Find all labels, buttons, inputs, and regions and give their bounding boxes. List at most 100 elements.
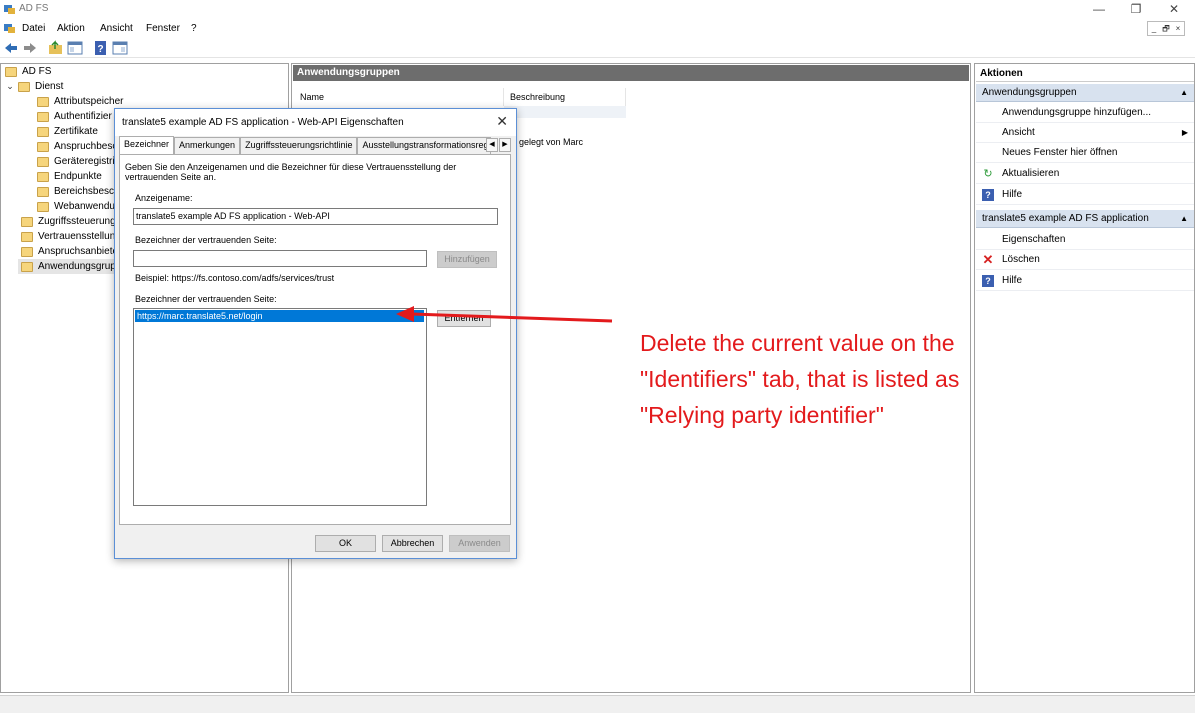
tree-label: Dienst	[35, 81, 64, 92]
tree-label: Endpunkte	[54, 171, 102, 182]
menu-help[interactable]: ?	[191, 23, 197, 34]
mdi-close-button[interactable]: ×	[1172, 22, 1184, 35]
window-title: AD FS	[19, 3, 49, 14]
rp-identifier-label: Bezeichner der vertrauenden Seite:	[135, 235, 277, 245]
dialog-tabs: Bezeichner Anmerkungen Zugriffssteuerung…	[119, 136, 492, 154]
action-add-group[interactable]: Anwendungsgruppe hinzufügen...	[976, 103, 1194, 123]
actions-section-groups[interactable]: Anwendungsgruppen ▲	[976, 84, 1194, 102]
apply-button[interactable]: Anwenden	[449, 535, 510, 552]
tab-bezeichner[interactable]: Bezeichner	[119, 136, 175, 154]
action-properties[interactable]: Eigenschaften	[976, 230, 1194, 250]
action-view[interactable]: Ansicht ▶	[976, 123, 1194, 143]
action-label: Eigenschaften	[1002, 234, 1066, 245]
properties-dialog: translate5 example AD FS application - W…	[114, 108, 517, 559]
menu-datei[interactable]: Datei	[22, 23, 45, 34]
row-description-partial: gelegt von Marc	[519, 137, 584, 147]
show-actions-icon[interactable]	[112, 40, 128, 56]
menu-aktion[interactable]: Aktion	[57, 23, 85, 34]
tree-label: Vertrauensstellun	[38, 231, 116, 242]
section-label: Anwendungsgruppen	[982, 87, 1077, 98]
tree-item-sibling[interactable]: Vertrauensstellun	[21, 229, 115, 244]
dialog-description: Geben Sie den Anzeigenamen und die Bezei…	[125, 162, 457, 182]
tree-item-child[interactable]: Endpunkte	[37, 169, 102, 184]
action-help-2[interactable]: ? Hilfe	[976, 271, 1194, 291]
folder-icon	[5, 66, 17, 77]
folder-icon	[21, 231, 33, 242]
action-delete[interactable]: ✕ Löschen	[976, 250, 1194, 270]
adfs-app-icon	[4, 5, 15, 14]
help-icon[interactable]: ?	[93, 40, 109, 56]
tree-item-sibling[interactable]: Anspruchsanbiete	[21, 244, 118, 259]
remove-button[interactable]: Entfernen	[437, 310, 491, 327]
action-new-window[interactable]: Neues Fenster hier öffnen	[976, 143, 1194, 163]
minimize-button[interactable]: —	[1084, 1, 1114, 17]
help-icon: ?	[982, 189, 994, 201]
cancel-button[interactable]: Abbrechen	[382, 535, 443, 552]
dialog-titlebar: translate5 example AD FS application - W…	[115, 109, 516, 136]
tree-item-child[interactable]: Geräteregistri	[37, 154, 115, 169]
window-titlebar: AD FS — ❐ ✕	[0, 0, 1195, 19]
folder-icon	[37, 201, 49, 212]
tab-ausstellungstransformation[interactable]: Ausstellungstransformationsregeln	[357, 137, 492, 154]
collapse-icon[interactable]: ▲	[1180, 84, 1188, 102]
ok-button[interactable]: OK	[315, 535, 376, 552]
menu-bar: Datei Aktion Ansicht Fenster ?	[0, 19, 1195, 38]
folder-icon	[21, 216, 33, 227]
forward-arrow-icon[interactable]	[22, 40, 38, 56]
annotation-line: "Identifiers" tab, that is listed as	[640, 366, 960, 392]
tree-label: Anspruchsanbiete	[38, 246, 119, 257]
column-header-name[interactable]: Name	[294, 88, 504, 106]
add-button[interactable]: Hinzufügen	[437, 251, 497, 268]
results-header: Anwendungsgruppen	[293, 65, 969, 81]
actions-section-application[interactable]: translate5 example AD FS application ▲	[976, 210, 1194, 228]
tree-item-child[interactable]: Authentifizier	[37, 109, 112, 124]
tab-anmerkungen[interactable]: Anmerkungen	[174, 137, 241, 154]
back-arrow-icon[interactable]	[3, 40, 19, 56]
mdi-controls: _ 🗗 ×	[1147, 21, 1185, 36]
tree-label: Anspruchbesc	[54, 141, 118, 152]
tree-item-child[interactable]: Webanwendu	[37, 199, 115, 214]
collapse-icon[interactable]: ▲	[1180, 210, 1188, 228]
tree-label: Attributspeicher	[54, 96, 124, 107]
dialog-title: translate5 example AD FS application - W…	[122, 117, 404, 128]
mdi-minimize-button[interactable]: _	[1148, 22, 1160, 35]
column-header-description[interactable]: Beschreibung	[504, 88, 626, 106]
action-label: Löschen	[1002, 254, 1040, 265]
tree-item-child[interactable]: Anspruchbesc	[37, 139, 117, 154]
chevron-down-icon[interactable]: ⌄	[5, 81, 15, 92]
tree-item-selected[interactable]: Anwendungsgrup	[18, 259, 118, 274]
show-tree-icon[interactable]	[67, 40, 83, 56]
menu-ansicht[interactable]: Ansicht	[100, 23, 133, 34]
submenu-arrow-icon: ▶	[1181, 128, 1188, 137]
tree-item-child[interactable]: Bereichsbesch	[37, 184, 120, 199]
tab-scroll-right-icon[interactable]: ▶	[499, 138, 511, 152]
rp-identifier-input[interactable]	[133, 250, 427, 267]
tree-item-child[interactable]: Attributspeicher	[37, 94, 123, 109]
tab-zugriffssteuerung[interactable]: Zugriffssteuerungsrichtlinie	[240, 137, 358, 154]
tree-label: Geräteregistri	[54, 156, 115, 167]
tab-scroll-left-icon[interactable]: ◀	[486, 138, 498, 152]
restore-button[interactable]: ❐	[1121, 1, 1151, 17]
tree-item-sibling[interactable]: Zugriffssteuerung	[21, 214, 116, 229]
identifier-list-item[interactable]: https://marc.translate5.net/login	[135, 310, 424, 322]
mdi-restore-button[interactable]: 🗗	[1160, 22, 1172, 35]
tree-item-child[interactable]: Zertifikate	[37, 124, 98, 139]
up-folder-icon[interactable]	[48, 40, 64, 56]
action-label: Aktualisieren	[1002, 168, 1060, 179]
menu-fenster[interactable]: Fenster	[146, 23, 180, 34]
folder-icon	[37, 141, 49, 152]
refresh-icon: ↻	[983, 168, 993, 180]
action-refresh[interactable]: ↻ Aktualisieren	[976, 164, 1194, 184]
identifiers-list[interactable]: https://marc.translate5.net/login	[133, 308, 427, 506]
tree-label: AD FS	[22, 66, 52, 77]
help-icon: ?	[982, 275, 994, 287]
folder-icon	[37, 156, 49, 167]
close-window-button[interactable]: ✕	[1159, 1, 1189, 17]
action-help[interactable]: ? Hilfe	[976, 185, 1194, 205]
display-name-input[interactable]: translate5 example AD FS application - W…	[133, 208, 498, 225]
tree-item-adfs[interactable]: AD FS	[5, 64, 51, 79]
rp-identifiers-label: Bezeichner der vertrauenden Seite:	[135, 294, 277, 304]
tree-item-dienst[interactable]: ⌄ Dienst	[5, 79, 63, 94]
dialog-close-icon[interactable]: ✕	[496, 113, 508, 130]
action-label: Neues Fenster hier öffnen	[1002, 147, 1118, 158]
